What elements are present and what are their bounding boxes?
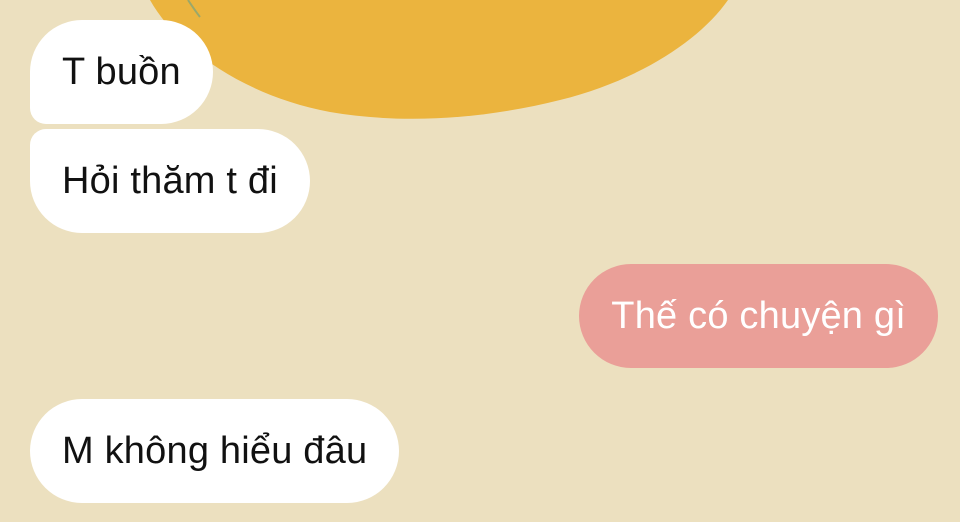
incoming-message-bubble[interactable]: T buồn	[30, 20, 213, 124]
incoming-message-bubble[interactable]: Hỏi thăm t đi	[30, 129, 310, 233]
chat-thread: T buồn Hỏi thăm t đi Thế có chuyện gì M …	[0, 0, 960, 522]
incoming-message-bubble[interactable]: M không hiểu đâu	[30, 399, 400, 503]
message-text: T buồn	[62, 50, 181, 93]
outgoing-message-bubble[interactable]: Thế có chuyện gì	[579, 264, 938, 368]
message-text: Hỏi thăm t đi	[62, 159, 278, 202]
message-text: M không hiểu đâu	[62, 429, 368, 472]
message-text: Thế có chuyện gì	[611, 294, 906, 337]
